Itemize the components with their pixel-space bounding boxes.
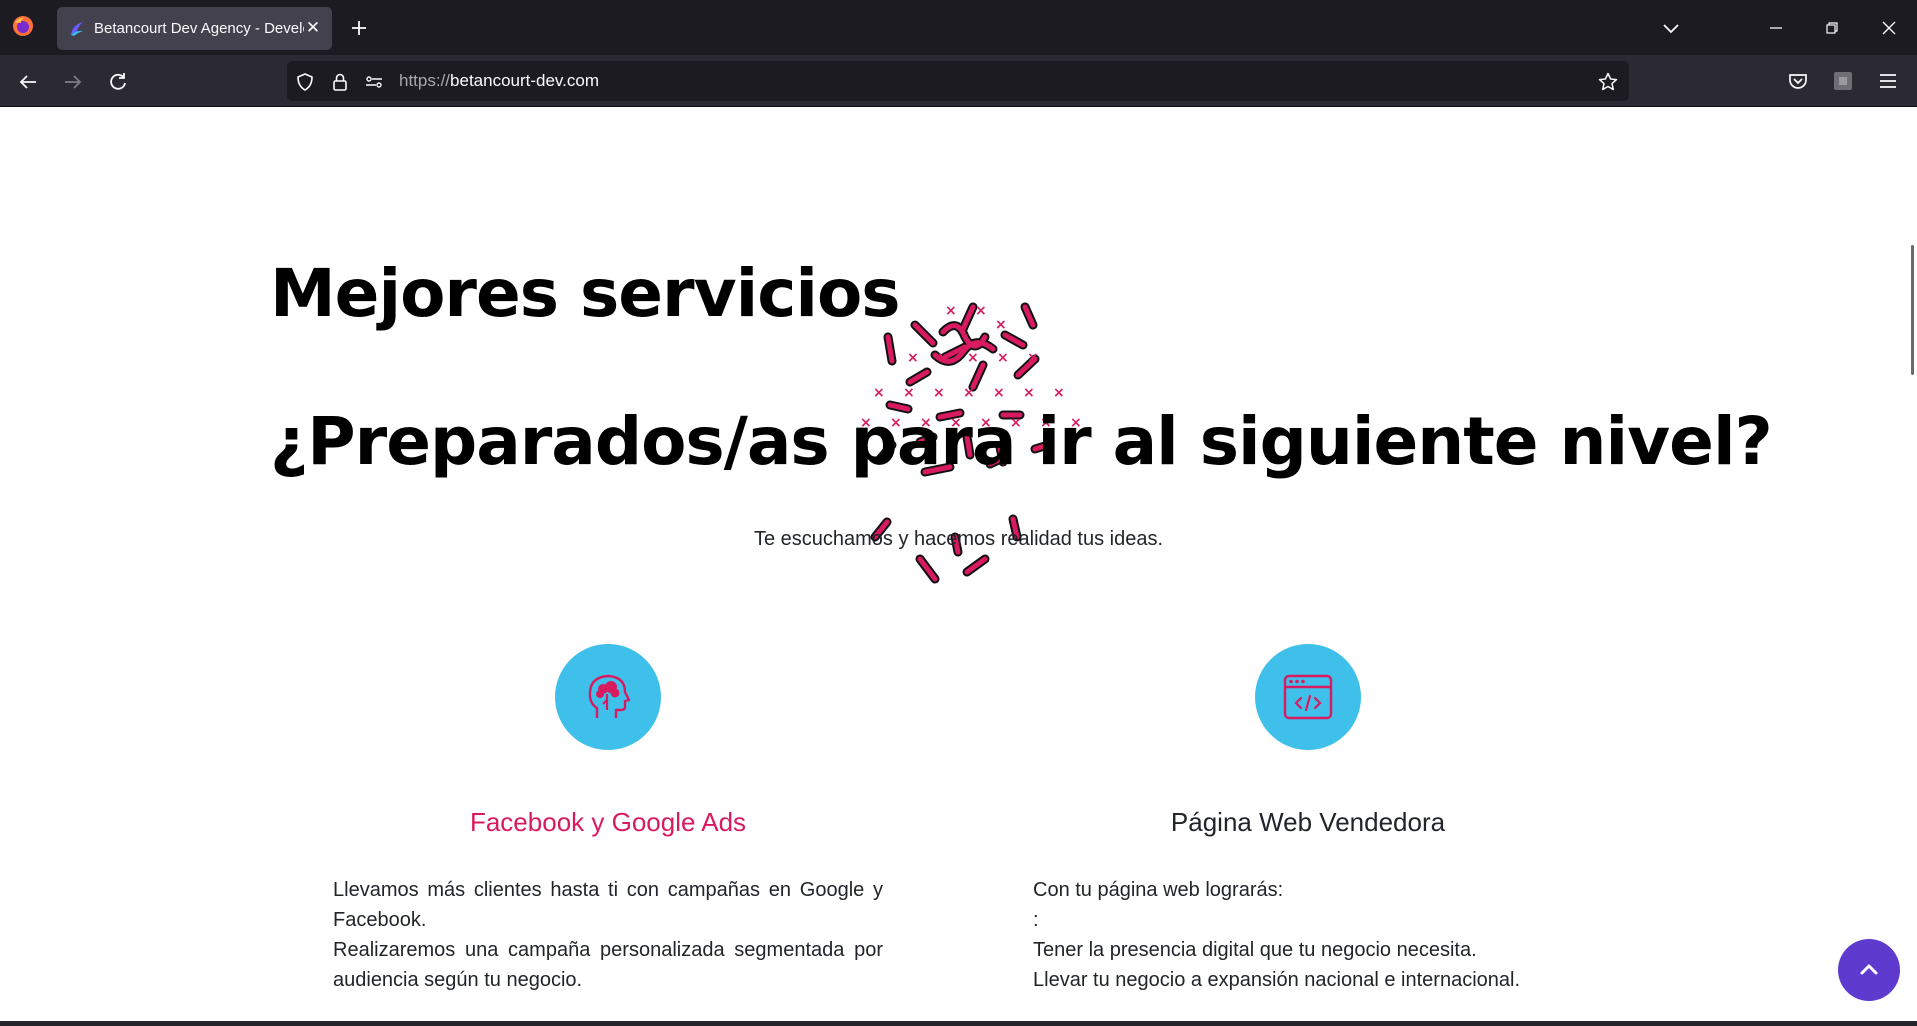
site-favicon-icon	[71, 21, 83, 36]
tracking-shield-icon[interactable]	[294, 71, 316, 93]
svg-text:×: ×	[995, 317, 1007, 333]
service-description: Llevamos más clientes hasta ti con campa…	[333, 875, 883, 995]
url-bar[interactable]: https://betancourt-dev.com	[287, 61, 1629, 101]
scroll-to-top-button[interactable]	[1838, 939, 1900, 1001]
browser-tab-bar: Betancourt Dev Agency - Developers ✕	[0, 0, 1917, 55]
tab-list-chevron-icon[interactable]	[1656, 13, 1686, 43]
svg-text:×: ×	[937, 350, 949, 366]
web-page: Mejores servicios × × × × × × × × × × × …	[0, 107, 1917, 1026]
head-brain-icon	[588, 674, 631, 718]
tab-title: Betancourt Dev Agency - Developers	[94, 20, 304, 37]
service-text-line: Llevamos más clientes hasta ti con campa…	[333, 879, 883, 931]
menu-hamburger-icon[interactable]	[1874, 67, 1902, 95]
active-tab[interactable]: Betancourt Dev Agency - Developers ✕	[57, 7, 332, 50]
browser-nav-bar: https://betancourt-dev.com	[0, 55, 1917, 106]
new-tab-icon[interactable]	[346, 15, 372, 41]
service-text-line: :	[1033, 909, 1039, 931]
forward-arrow-icon[interactable]	[58, 67, 88, 97]
svg-text:×: ×	[1027, 350, 1039, 366]
extension-icon[interactable]	[1829, 67, 1857, 95]
browser-code-icon	[1283, 674, 1333, 720]
url-text[interactable]: https://betancourt-dev.com	[399, 71, 599, 91]
svg-text:×: ×	[975, 303, 987, 319]
back-arrow-icon[interactable]	[13, 67, 43, 97]
tab-close-icon[interactable]: ✕	[303, 18, 323, 38]
hero-heading: ¿Preparados/as para ir al siguiente nive…	[270, 403, 1773, 480]
svg-text:×: ×	[997, 350, 1009, 366]
svg-text:×: ×	[1053, 385, 1065, 401]
lock-icon[interactable]	[329, 71, 351, 93]
restore-icon[interactable]	[1817, 13, 1847, 43]
section-heading: Mejores servicios	[270, 255, 901, 332]
page-scrollbar[interactable]	[1911, 245, 1914, 375]
svg-text:×: ×	[873, 385, 885, 401]
pocket-icon[interactable]	[1784, 67, 1812, 95]
permissions-icon[interactable]	[363, 71, 385, 93]
minimize-icon[interactable]	[1761, 13, 1791, 43]
service-title: Página Web Vendedora	[1170, 807, 1446, 837]
bookmark-star-icon[interactable]	[1597, 71, 1619, 93]
service-icon-circle	[555, 644, 661, 750]
svg-text:×: ×	[967, 350, 979, 366]
svg-text:×: ×	[903, 385, 915, 401]
service-text-line: Realizaremos una campaña personalizada s…	[333, 939, 883, 991]
firefox-logo-icon[interactable]	[12, 15, 34, 37]
svg-text:×: ×	[945, 303, 957, 319]
reload-icon[interactable]	[103, 67, 133, 97]
svg-text:×: ×	[933, 385, 945, 401]
service-text-line: Llevar tu negocio a expansión nacional e…	[1033, 969, 1521, 991]
page-bottom-edge	[0, 1021, 1917, 1026]
svg-text:×: ×	[1023, 385, 1035, 401]
url-host: betancourt-dev.com	[450, 71, 600, 90]
chevron-up-icon	[1860, 964, 1878, 975]
service-title: Facebook y Google Ads	[469, 807, 747, 837]
svg-text:×: ×	[907, 350, 919, 366]
svg-text:×: ×	[993, 385, 1005, 401]
service-text-line: Con tu página web lograrás:	[1033, 879, 1284, 901]
url-protocol: https://	[399, 71, 451, 90]
service-description: Con tu página web lograrás: : Tener la p…	[1033, 875, 1593, 995]
close-window-icon[interactable]	[1874, 13, 1904, 43]
service-icon-circle	[1255, 644, 1361, 750]
service-text-line: Tener la presencia digital que tu negoci…	[1033, 939, 1477, 961]
hero-subtitle: Te escuchamos y hacemos realidad tus ide…	[753, 528, 1164, 550]
svg-text:×: ×	[963, 385, 975, 401]
